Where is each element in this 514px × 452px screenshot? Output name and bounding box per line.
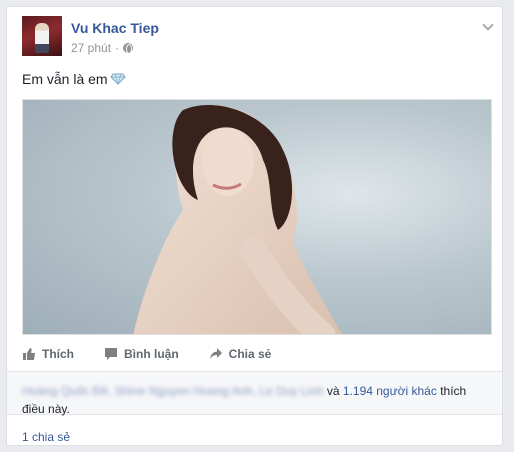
- globe-icon: [123, 43, 134, 54]
- meta-separator: ·: [115, 41, 120, 55]
- like-icon: [23, 348, 35, 360]
- chevron-down-icon[interactable]: [482, 19, 494, 31]
- share-label: Chia sẻ: [228, 347, 272, 361]
- caption-text: Em vẫn là em: [22, 71, 108, 87]
- share-button[interactable]: Chia sẻ: [209, 343, 272, 365]
- author-name[interactable]: Vu Khac Tiep: [71, 20, 159, 36]
- post-actions: Thích Bình luận Chia sẻ: [22, 343, 301, 365]
- comment-label: Bình luận: [124, 347, 179, 361]
- post-meta: 27 phút ·: [71, 41, 134, 55]
- post-photo[interactable]: [22, 99, 492, 335]
- comment-button[interactable]: Bình luận: [104, 343, 179, 365]
- likes-others-link[interactable]: 1.194 người khác: [343, 384, 437, 398]
- comment-icon: [105, 348, 117, 360]
- avatar[interactable]: [22, 16, 62, 56]
- diamond-icon: [109, 73, 126, 85]
- likes-summary: Hoàng Quốc Đề, Shine Nguyen Hoang Anh, L…: [7, 371, 502, 416]
- post-card: Vu Khac Tiep 27 phút · Em vẫn là em Thíc…: [6, 6, 503, 446]
- likes-and: và: [323, 384, 343, 398]
- photo-illustration: [133, 104, 342, 334]
- post-caption: Em vẫn là em: [22, 71, 126, 87]
- share-icon: [209, 348, 222, 359]
- share-count[interactable]: 1 chia sẻ: [22, 430, 70, 444]
- like-button[interactable]: Thích: [22, 343, 74, 365]
- like-label: Thích: [42, 347, 74, 361]
- liker-names[interactable]: Hoàng Quốc Đề, Shine Nguyen Hoang Anh, L…: [22, 384, 324, 398]
- post-time[interactable]: 27 phút: [71, 41, 111, 55]
